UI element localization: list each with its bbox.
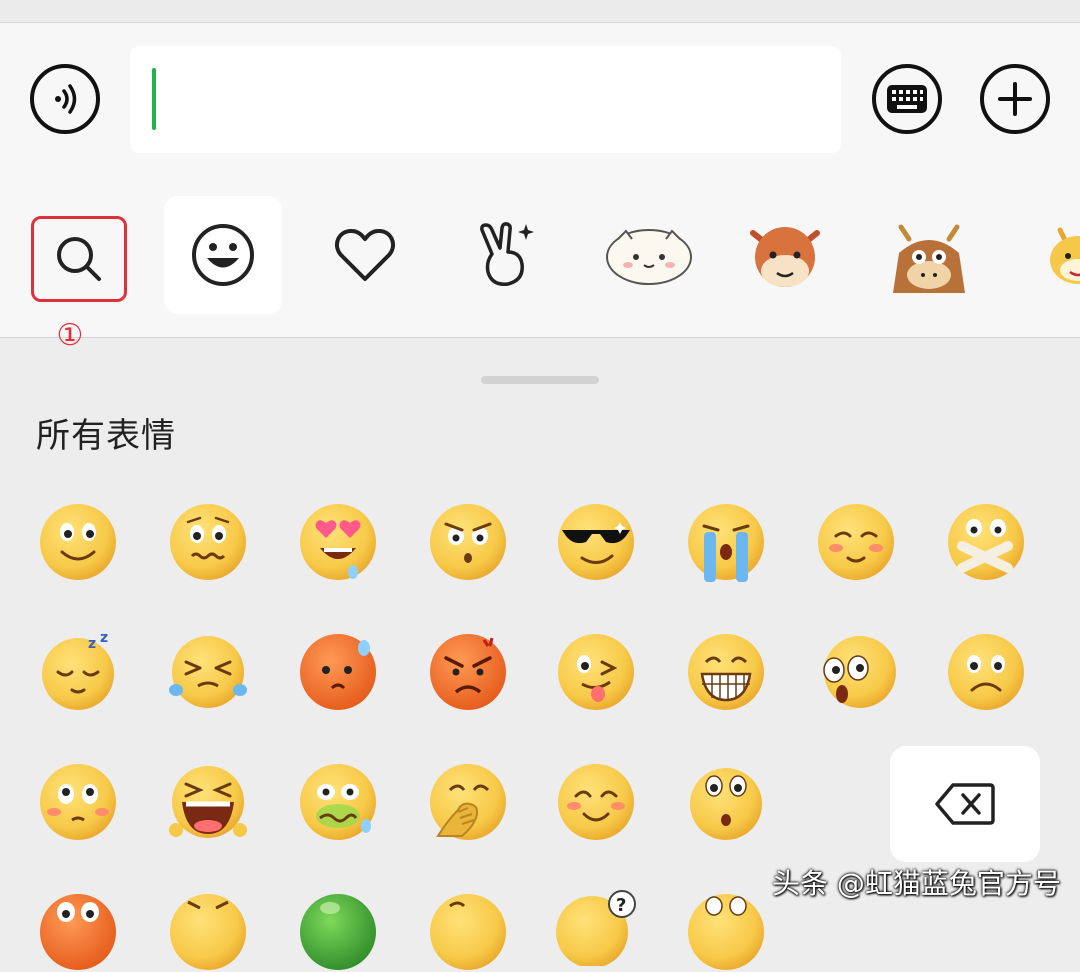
emoji-crying-tears[interactable] [686, 502, 766, 582]
emoji-partial[interactable] [686, 892, 766, 972]
delete-button[interactable] [890, 746, 1040, 862]
emoji-blush-wide-eyes[interactable] [38, 762, 118, 842]
svg-text:?: ? [616, 895, 626, 916]
bun-character-icon [606, 229, 692, 285]
emoji-cool-sunglasses[interactable] [556, 502, 636, 582]
emoji-sweat-red[interactable] [298, 632, 378, 712]
emoji-smile[interactable] [38, 502, 118, 582]
text-caret [152, 68, 156, 130]
section-title: 所有表情 [36, 416, 176, 456]
svg-text:z: z [100, 632, 108, 646]
emoji-happy-smile[interactable] [556, 762, 636, 842]
panel-drag-handle[interactable] [481, 376, 599, 384]
voice-button[interactable] [30, 64, 100, 134]
emoji-partial[interactable] [38, 892, 118, 972]
cow-character-icon [893, 224, 965, 293]
tab-emoji[interactable] [164, 196, 282, 314]
tab-sticker-pack-2[interactable] [726, 196, 844, 314]
top-strip [0, 0, 1080, 23]
svg-text:z: z [88, 636, 96, 652]
keyboard-icon [887, 85, 927, 113]
emoji-surprised[interactable] [686, 762, 766, 842]
emoji-green-ball[interactable] [298, 892, 378, 972]
backspace-icon [935, 783, 995, 825]
message-input[interactable] [130, 46, 841, 153]
keyboard-button[interactable] [872, 64, 942, 134]
emoji-sleepy[interactable]: z z [38, 632, 118, 712]
emoji-mouth-shut[interactable] [946, 502, 1026, 582]
smiley-icon [192, 224, 254, 286]
emoji-grin-teeth[interactable] [686, 632, 766, 712]
search-icon [57, 237, 101, 281]
emoji-partial[interactable] [168, 892, 248, 972]
sticker-search-tab[interactable] [31, 216, 127, 302]
more-button[interactable] [980, 64, 1050, 134]
emoji-shocked[interactable] [816, 632, 896, 712]
plus-icon [998, 82, 1032, 116]
watermark: 头条 @虹猫蓝兔官方号 [772, 867, 1061, 900]
cow-face-icon [750, 227, 820, 287]
emoji-shy-blush[interactable] [816, 502, 896, 582]
victory-hand-icon [480, 222, 534, 286]
emoji-facepalm[interactable] [428, 762, 508, 842]
emoji-sick-green[interactable] [298, 762, 378, 842]
emoji-angry-stare[interactable] [428, 502, 508, 582]
emoji-furious[interactable] [428, 632, 508, 712]
tab-sticker-pack-1[interactable] [590, 196, 708, 314]
cow-mascot-icon [1050, 227, 1080, 284]
emoji-heart-eyes[interactable] [298, 502, 378, 582]
annotation-marker: ① [56, 318, 84, 353]
emoji-awkward[interactable] [168, 502, 248, 582]
voice-icon [55, 84, 77, 114]
emoji-frown[interactable] [946, 632, 1026, 712]
emoji-confused-question[interactable]: ? [556, 886, 636, 966]
tab-gestures[interactable] [446, 196, 564, 314]
tab-sticker-pack-4[interactable] [1018, 196, 1080, 314]
tab-sticker-pack-3[interactable] [870, 196, 988, 314]
emoji-partial[interactable] [428, 892, 508, 972]
emoji-tongue-wink[interactable] [556, 632, 636, 712]
emoji-big-laugh[interactable] [168, 762, 248, 842]
tab-favorites[interactable] [306, 196, 424, 314]
heart-icon [335, 229, 395, 281]
emoji-laugh-cry[interactable] [168, 632, 248, 712]
